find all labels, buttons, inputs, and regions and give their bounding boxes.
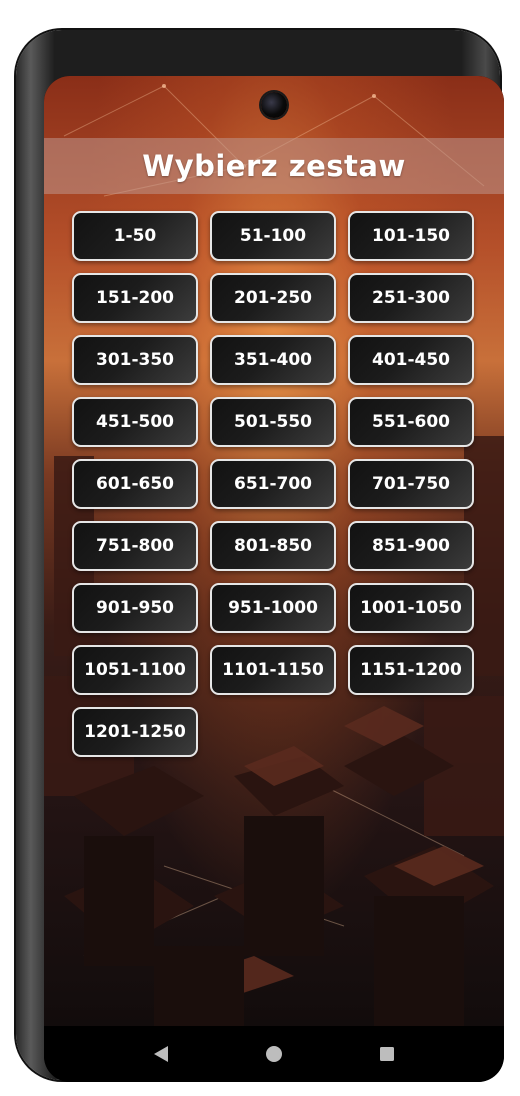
header-bar: Wybierz zestaw <box>44 138 504 194</box>
set-button[interactable]: 301-350 <box>72 335 198 385</box>
home-circle-icon <box>265 1046 282 1062</box>
back-button[interactable] <box>141 1034 181 1074</box>
back-triangle-icon <box>153 1046 168 1062</box>
set-button[interactable]: 651-700 <box>210 459 336 509</box>
phone-frame: Wybierz zestaw 1-50 51-100 101-150 151-2… <box>16 30 504 1082</box>
set-button[interactable]: 501-550 <box>210 397 336 447</box>
set-button[interactable]: 351-400 <box>210 335 336 385</box>
set-button[interactable]: 51-100 <box>210 211 336 261</box>
recents-button[interactable] <box>367 1034 407 1074</box>
page-title: Wybierz zestaw <box>142 149 406 183</box>
set-button[interactable]: 751-800 <box>72 521 198 571</box>
home-button[interactable] <box>254 1034 294 1074</box>
set-button[interactable]: 701-750 <box>348 459 474 509</box>
system-nav-bar <box>44 1026 504 1082</box>
recents-square-icon <box>380 1047 395 1061</box>
set-button[interactable]: 101-150 <box>348 211 474 261</box>
set-button[interactable]: 851-900 <box>348 521 474 571</box>
set-button[interactable]: 451-500 <box>72 397 198 447</box>
set-button[interactable]: 551-600 <box>348 397 474 447</box>
set-button[interactable]: 201-250 <box>210 273 336 323</box>
set-button[interactable]: 251-300 <box>348 273 474 323</box>
set-button[interactable]: 1051-1100 <box>72 645 198 695</box>
set-button[interactable]: 901-950 <box>72 583 198 633</box>
set-button[interactable]: 1151-1200 <box>348 645 474 695</box>
front-camera <box>261 92 287 118</box>
set-button[interactable]: 1201-1250 <box>72 707 198 757</box>
set-button[interactable]: 1-50 <box>72 211 198 261</box>
set-button-grid: 1-50 51-100 101-150 151-200 201-250 251-… <box>72 211 476 757</box>
screen: Wybierz zestaw 1-50 51-100 101-150 151-2… <box>44 76 504 1082</box>
set-button[interactable]: 1001-1050 <box>348 583 474 633</box>
set-button[interactable]: 601-650 <box>72 459 198 509</box>
set-button[interactable]: 401-450 <box>348 335 474 385</box>
set-button[interactable]: 151-200 <box>72 273 198 323</box>
set-button[interactable]: 1101-1150 <box>210 645 336 695</box>
set-button[interactable]: 951-1000 <box>210 583 336 633</box>
set-button[interactable]: 801-850 <box>210 521 336 571</box>
